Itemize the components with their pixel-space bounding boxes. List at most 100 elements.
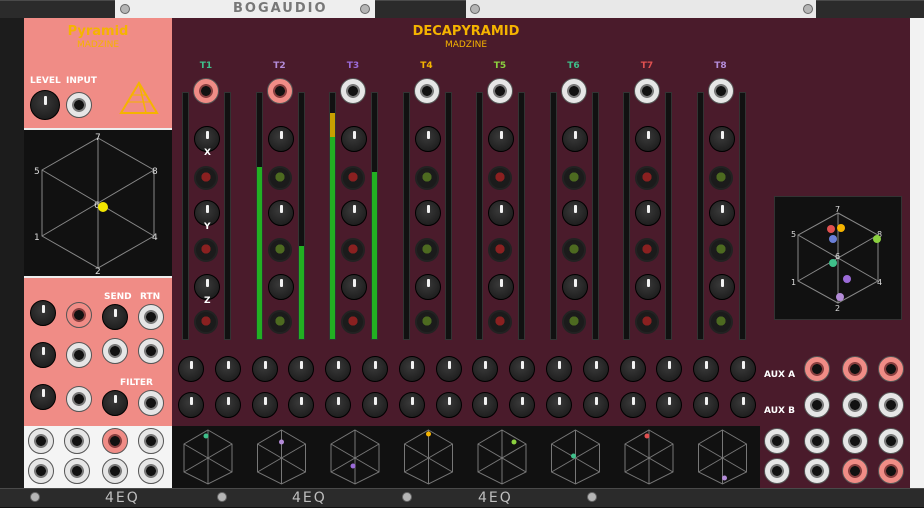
track-cv-jack[interactable] xyxy=(267,310,292,334)
track-cv-jack[interactable] xyxy=(561,238,586,262)
track-axis-knob[interactable] xyxy=(488,126,514,152)
track-cv-jack[interactable] xyxy=(708,238,733,262)
track-axis-knob[interactable] xyxy=(708,126,735,152)
output-jack-5[interactable] xyxy=(28,458,54,484)
track-axis-knob[interactable] xyxy=(635,274,661,300)
track-input-jack-t1[interactable] xyxy=(193,78,219,104)
track-input-jack-t8[interactable] xyxy=(707,78,734,104)
aux-a-send-knob[interactable] xyxy=(398,356,425,382)
output-jack[interactable] xyxy=(804,428,830,454)
aux-b-send-knob[interactable] xyxy=(619,392,646,418)
aux-b-send-knob[interactable] xyxy=(325,392,352,418)
track-axis-knob[interactable] xyxy=(267,126,294,152)
mini-pyramid-t8[interactable] xyxy=(698,429,747,485)
track-input-jack-t3[interactable] xyxy=(340,78,366,104)
aux-a-send-jack[interactable] xyxy=(804,356,830,382)
mini-pyramid-t5[interactable] xyxy=(477,429,527,485)
output-jack-2[interactable] xyxy=(64,428,90,454)
aux-a-send-knob[interactable] xyxy=(582,356,609,382)
track-cv-jack[interactable] xyxy=(635,310,659,334)
filter-knob[interactable] xyxy=(102,390,128,416)
track-axis-knob[interactable] xyxy=(561,274,588,300)
output-jack[interactable] xyxy=(804,458,830,484)
mini-pyramid-t2[interactable] xyxy=(257,429,306,485)
track-input-jack-t6[interactable] xyxy=(560,78,587,104)
output-jack-6[interactable] xyxy=(64,458,90,484)
track-axis-knob[interactable] xyxy=(267,200,294,226)
track-axis-knob[interactable] xyxy=(561,126,588,152)
track-cv-jack[interactable] xyxy=(414,166,439,190)
aux-b-send-knob[interactable] xyxy=(251,392,278,418)
track-axis-knob[interactable] xyxy=(414,200,441,226)
aux-a-send-knob[interactable] xyxy=(693,356,720,382)
track-input-jack-t2[interactable] xyxy=(266,78,293,104)
x-cv-jack[interactable] xyxy=(66,302,92,328)
pyramid-position-display[interactable]: 7 5 8 6 1 4 2 xyxy=(24,128,172,278)
output-jack-8[interactable] xyxy=(138,458,164,484)
track-cv-jack[interactable] xyxy=(414,238,439,262)
track-cv-jack[interactable] xyxy=(267,166,292,190)
track-axis-knob[interactable] xyxy=(488,200,514,226)
track-axis-knob[interactable] xyxy=(267,274,294,300)
track-cv-jack[interactable] xyxy=(561,310,586,334)
send-knob[interactable] xyxy=(102,304,128,330)
output-jack[interactable] xyxy=(842,458,868,484)
output-jack-1[interactable] xyxy=(28,428,54,454)
position-dot[interactable] xyxy=(98,202,108,212)
track-cv-jack[interactable] xyxy=(488,238,512,262)
track-cv-jack[interactable] xyxy=(414,310,439,334)
aux-b-send-knob[interactable] xyxy=(214,392,241,418)
aux-a-send-knob[interactable] xyxy=(472,356,499,382)
aux-b-send-jack[interactable] xyxy=(842,392,868,418)
track-axis-knob[interactable] xyxy=(341,200,367,226)
aux-b-send-knob[interactable] xyxy=(398,392,425,418)
mini-pyramid-t1[interactable] xyxy=(183,429,233,485)
aux-a-send-knob[interactable] xyxy=(546,356,572,382)
input-jack[interactable] xyxy=(66,92,92,118)
overview-display[interactable]: 7 5 8 6 1 4 2 xyxy=(774,196,902,320)
track-cv-jack[interactable] xyxy=(488,166,512,190)
aux-a-send-knob[interactable] xyxy=(288,356,315,382)
aux-b-send-knob[interactable] xyxy=(582,392,609,418)
aux-b-send-knob[interactable] xyxy=(656,392,683,418)
track-cv-jack[interactable] xyxy=(488,310,512,334)
aux-a-send-knob[interactable] xyxy=(251,356,278,382)
aux-a-send-knob[interactable] xyxy=(435,356,462,382)
mini-pyramid-t4[interactable] xyxy=(404,429,453,485)
track-input-jack-t4[interactable] xyxy=(413,78,440,104)
output-jack[interactable] xyxy=(842,428,868,454)
aux-b-send-knob[interactable] xyxy=(362,392,388,418)
track-axis-knob[interactable] xyxy=(341,274,367,300)
track-input-jack-t7[interactable] xyxy=(634,78,660,104)
output-jack[interactable] xyxy=(764,458,790,484)
aux-a-send-jack[interactable] xyxy=(842,356,868,382)
aux-a-send-knob[interactable] xyxy=(325,356,352,382)
track-cv-jack[interactable] xyxy=(635,166,659,190)
aux-b-send-jack[interactable] xyxy=(804,392,830,418)
send-out-jack[interactable] xyxy=(102,338,128,364)
aux-b-send-knob[interactable] xyxy=(730,392,756,418)
aux-b-send-knob[interactable] xyxy=(546,392,572,418)
track-axis-knob[interactable] xyxy=(414,126,441,152)
track-axis-knob[interactable] xyxy=(635,200,661,226)
track-cv-jack[interactable] xyxy=(708,310,733,334)
track-cv-jack[interactable] xyxy=(194,166,218,190)
x-knob[interactable] xyxy=(30,300,56,326)
track-axis-knob[interactable] xyxy=(635,126,661,152)
track-cv-jack[interactable] xyxy=(267,238,292,262)
level-knob[interactable] xyxy=(30,90,60,120)
track-cv-jack[interactable] xyxy=(635,238,659,262)
track-input-jack-t5[interactable] xyxy=(487,78,513,104)
z-cv-jack[interactable] xyxy=(66,386,92,412)
track-cv-jack[interactable] xyxy=(561,166,586,190)
track-cv-jack[interactable] xyxy=(341,166,365,190)
filter-cv-jack[interactable] xyxy=(138,390,164,416)
output-jack-7[interactable] xyxy=(102,458,128,484)
aux-b-send-knob[interactable] xyxy=(472,392,499,418)
output-jack[interactable] xyxy=(878,428,904,454)
mini-pyramid-t3[interactable] xyxy=(330,429,380,485)
y-cv-jack[interactable] xyxy=(66,342,92,368)
rtn-jack[interactable] xyxy=(138,304,164,330)
aux-b-send-knob[interactable] xyxy=(693,392,720,418)
aux-b-send-knob[interactable] xyxy=(509,392,536,418)
